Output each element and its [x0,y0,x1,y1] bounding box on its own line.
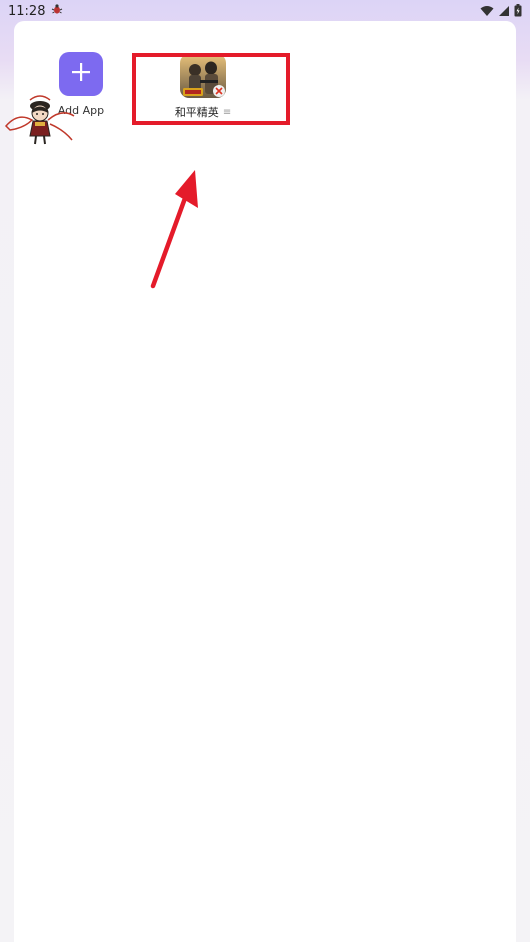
annotation-arrow [140,160,210,299]
floating-mascot[interactable] [2,94,78,150]
status-left: 11:28 [8,3,63,19]
add-app-button[interactable] [59,52,103,96]
status-bar: 11:28 [0,0,530,22]
status-right [480,2,522,21]
bug-icon [51,3,63,19]
app-card: Add App 和平精英 ≡ [14,21,516,942]
wifi-icon [480,2,494,21]
plus-icon [71,62,91,86]
screen: 11:28 Add App 和平精英 ≡ [0,0,530,942]
battery-icon [514,2,522,21]
highlight-box [132,53,290,125]
status-time: 11:28 [8,3,46,19]
cell-signal-icon [498,2,510,21]
